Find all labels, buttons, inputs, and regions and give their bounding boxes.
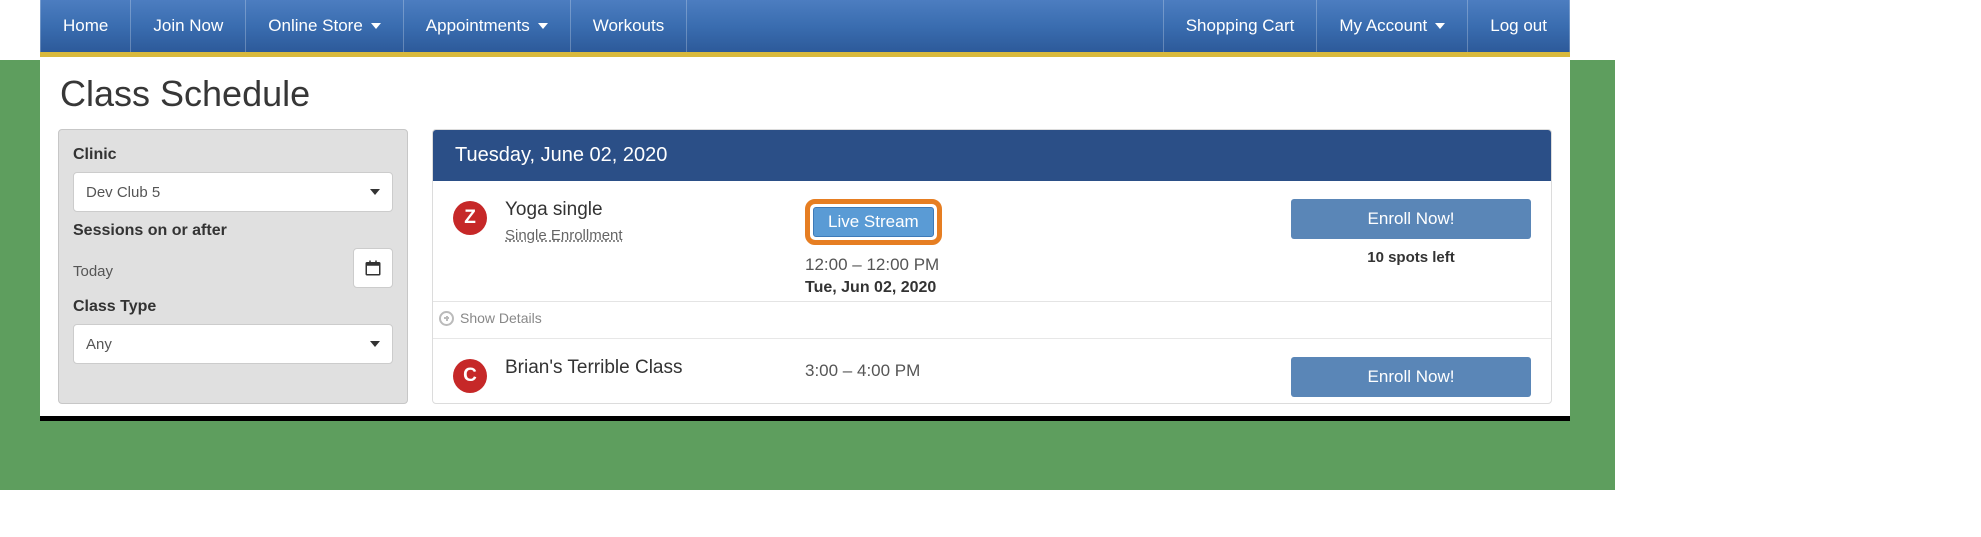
content-row: Clinic Dev Club 5 Sessions on or after T… <box>40 129 1570 416</box>
enroll-button[interactable]: Enroll Now! <box>1291 199 1531 239</box>
filter-clinic-label: Clinic <box>73 146 393 164</box>
schedule-date-header: Tuesday, June 02, 2020 <box>433 130 1551 181</box>
class-badge: Z <box>453 201 487 235</box>
nav-log-out[interactable]: Log out <box>1468 0 1570 52</box>
nav-item-label: Online Store <box>268 16 363 36</box>
filter-classtype-label: Class Type <box>73 298 393 316</box>
spots-left: 10 spots left <box>1291 249 1531 266</box>
sessions-date-value: Today <box>73 263 113 280</box>
nav-my-account[interactable]: My Account <box>1317 0 1468 52</box>
calendar-icon <box>364 259 382 277</box>
nav-item-label: Log out <box>1490 16 1547 36</box>
schedule-panel: Tuesday, June 02, 2020 Z Yoga single Sin… <box>432 129 1552 404</box>
classtype-select[interactable]: Any <box>73 324 393 364</box>
enroll-button[interactable]: Enroll Now! <box>1291 357 1531 397</box>
nav-home[interactable]: Home <box>40 0 131 52</box>
chevron-down-icon <box>371 23 381 29</box>
nav-shopping-cart[interactable]: Shopping Cart <box>1163 0 1318 52</box>
select-value: Dev Club 5 <box>86 184 160 201</box>
nav-workouts[interactable]: Workouts <box>571 0 688 52</box>
nav-item-label: Workouts <box>593 16 665 36</box>
nav-item-label: Shopping Cart <box>1186 16 1295 36</box>
select-value: Any <box>86 336 112 353</box>
app-window: Home Join Now Online Store Appointments … <box>40 0 1570 421</box>
chevron-down-icon <box>538 23 548 29</box>
page-title: Class Schedule <box>40 57 1570 129</box>
chevron-down-icon <box>1435 23 1445 29</box>
class-time: 12:00 – 12:00 PM <box>805 255 1085 275</box>
class-block: C Brian's Terrible Class 3:00 – 4:00 PM … <box>433 339 1551 403</box>
class-name: Yoga single <box>505 199 805 221</box>
show-details-label: Show Details <box>460 310 542 326</box>
class-block: Z Yoga single Single Enrollment Live Str… <box>433 181 1551 339</box>
live-stream-highlight: Live Stream <box>805 199 942 245</box>
class-name: Brian's Terrible Class <box>505 357 805 379</box>
nav-join-now[interactable]: Join Now <box>131 0 246 52</box>
navbar: Home Join Now Online Store Appointments … <box>40 0 1570 52</box>
class-time: 3:00 – 4:00 PM <box>805 361 1085 381</box>
nav-item-label: My Account <box>1339 16 1427 36</box>
clinic-select[interactable]: Dev Club 5 <box>73 172 393 212</box>
chevron-down-icon <box>370 341 380 347</box>
calendar-button[interactable] <box>353 248 393 288</box>
filter-panel: Clinic Dev Club 5 Sessions on or after T… <box>58 129 408 404</box>
class-date: Tue, Jun 02, 2020 <box>805 279 1085 297</box>
live-stream-badge[interactable]: Live Stream <box>813 207 934 237</box>
chevron-down-icon <box>370 189 380 195</box>
plus-circle-icon <box>439 311 454 326</box>
class-row: Z Yoga single Single Enrollment Live Str… <box>433 181 1551 302</box>
nav-item-label: Appointments <box>426 16 530 36</box>
class-enrollment-type[interactable]: Single Enrollment <box>505 227 623 244</box>
nav-item-label: Home <box>63 16 108 36</box>
nav-appointments[interactable]: Appointments <box>404 0 571 52</box>
class-badge: C <box>453 359 487 393</box>
class-row: C Brian's Terrible Class 3:00 – 4:00 PM … <box>433 339 1551 401</box>
nav-online-store[interactable]: Online Store <box>246 0 404 52</box>
show-details-toggle[interactable]: Show Details <box>439 310 1551 326</box>
filter-sessions-label: Sessions on or after <box>73 222 393 240</box>
nav-item-label: Join Now <box>153 16 223 36</box>
